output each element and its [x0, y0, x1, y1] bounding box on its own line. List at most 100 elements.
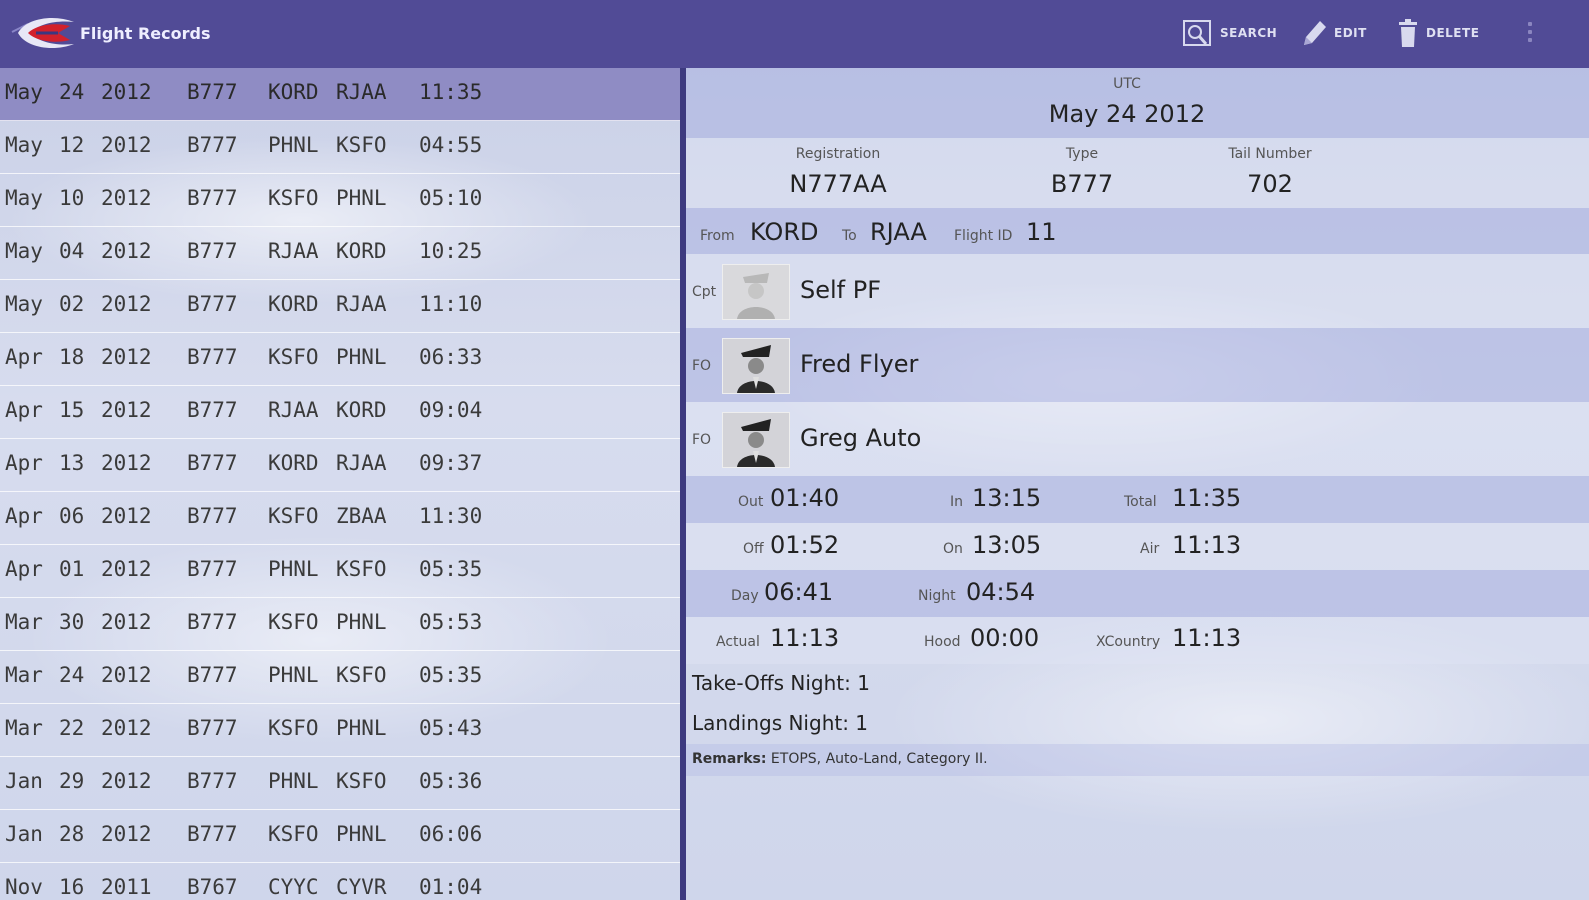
flight-year: 2012 [101, 292, 152, 316]
flight-row[interactable]: Jan 28 2012 B777 KSFO PHNL 06:06 [0, 810, 680, 863]
flight-year: 2012 [101, 80, 152, 104]
flight-month: Apr [5, 398, 43, 422]
flight-aircraft-type: B777 [187, 557, 238, 581]
day-label: Day [731, 588, 759, 604]
night-value: 04:54 [966, 578, 1036, 606]
flight-year: 2012 [101, 345, 152, 369]
flight-origin: KORD [268, 451, 319, 475]
trash-icon [1399, 19, 1417, 47]
flight-day: 06 [59, 504, 85, 528]
type-label: Type [1065, 146, 1099, 162]
pencil-icon [1304, 21, 1326, 45]
flight-duration: 05:35 [419, 663, 483, 687]
flight-day: 18 [59, 345, 85, 369]
flight-row[interactable]: Apr 06 2012 B777 KSFO ZBAA 11:30 [0, 492, 680, 545]
out-label: Out [738, 494, 764, 510]
flight-aircraft-type: B777 [187, 80, 238, 104]
flight-day: 12 [59, 133, 85, 157]
flight-day: 15 [59, 398, 85, 422]
flight-row[interactable]: Apr 01 2012 B777 PHNL KSFO 05:35 [0, 545, 680, 598]
actual-label: Actual [716, 634, 760, 650]
search-icon [1183, 20, 1211, 46]
crew-name: Fred Flyer [800, 350, 919, 378]
flight-aircraft-type: B777 [187, 504, 238, 528]
flight-row[interactable]: Jan 29 2012 B777 PHNL KSFO 05:36 [0, 757, 680, 810]
utc-label: UTC [1113, 76, 1141, 92]
flight-year: 2012 [101, 769, 152, 793]
app-title: Flight Records [80, 24, 211, 43]
out-value: 01:40 [770, 484, 840, 512]
flight-month: Apr [5, 451, 43, 475]
app-logo-icon[interactable] [6, 10, 76, 56]
remarks: Remarks: ETOPS, Auto-Land, Category II. [692, 751, 988, 767]
flight-destination: RJAA [336, 80, 387, 104]
flight-origin: KSFO [268, 610, 319, 634]
flight-destination: KSFO [336, 663, 387, 687]
hood-label: Hood [924, 634, 961, 650]
flight-destination: PHNL [336, 822, 387, 846]
edit-button[interactable]: EDIT [1300, 16, 1367, 50]
flight-day: 16 [59, 875, 85, 899]
flight-year: 2012 [101, 186, 152, 210]
search-button[interactable]: SEARCH [1182, 16, 1277, 50]
flight-origin: KSFO [268, 504, 319, 528]
landings-night: Landings Night: 1 [692, 711, 869, 735]
flight-row[interactable]: Apr 15 2012 B777 RJAA KORD 09:04 [0, 386, 680, 439]
flight-row[interactable]: Nov 16 2011 B767 CYYC CYVR 01:04 [0, 863, 680, 900]
flight-year: 2012 [101, 133, 152, 157]
crew-name: Greg Auto [800, 424, 922, 452]
actual-value: 11:13 [770, 624, 840, 652]
flight-row-selected[interactable]: May 24 2012 B777 KORD RJAA 11:35 [0, 68, 680, 121]
flight-month: Mar [5, 716, 43, 740]
crew-name: Self PF [800, 276, 882, 304]
flight-origin: CYYC [268, 875, 319, 899]
flight-month: Mar [5, 663, 43, 687]
flight-day: 01 [59, 557, 85, 581]
flight-row[interactable]: Mar 30 2012 B777 KSFO PHNL 05:53 [0, 598, 680, 651]
flight-day: 24 [59, 80, 85, 104]
flight-row[interactable]: Apr 18 2012 B777 KSFO PHNL 06:33 [0, 333, 680, 386]
registration-value: N777AA [789, 170, 887, 198]
flight-month: Jan [5, 769, 43, 793]
flight-aircraft-type: B777 [187, 345, 238, 369]
flight-detail-pane: UTC May 24 2012 Registration N777AA Type… [686, 68, 1589, 900]
flight-list[interactable]: May 24 2012 B777 KORD RJAA 11:35 May 12 2012 B777 P… [0, 68, 680, 900]
flight-month: May [5, 80, 43, 104]
flight-destination: KORD [336, 239, 387, 263]
crew-role: FO [692, 432, 712, 448]
overflow-menu-icon[interactable] [1522, 18, 1538, 50]
flight-row[interactable]: May 04 2012 B777 RJAA KORD 10:25 [0, 227, 680, 280]
day-value: 06:41 [764, 578, 834, 606]
flight-duration: 11:35 [419, 80, 483, 104]
flight-month: Nov [5, 875, 43, 899]
flight-origin: KSFO [268, 716, 319, 740]
flight-row[interactable]: Apr 13 2012 B777 KORD RJAA 09:37 [0, 439, 680, 492]
flight-duration: 09:37 [419, 451, 483, 475]
air-label: Air [1140, 541, 1160, 557]
flight-row[interactable]: May 02 2012 B777 KORD RJAA 11:10 [0, 280, 680, 333]
flight-year: 2012 [101, 663, 152, 687]
flight-row[interactable]: Mar 22 2012 B777 KSFO PHNL 05:43 [0, 704, 680, 757]
flight-destination: PHNL [336, 716, 387, 740]
flight-year: 2011 [101, 875, 152, 899]
flight-origin: PHNL [268, 557, 319, 581]
flight-month: May [5, 292, 43, 316]
flight-row[interactable]: May 12 2012 B777 PHNL KSFO 04:55 [0, 121, 680, 174]
flight-duration: 05:10 [419, 186, 483, 210]
flight-month: Apr [5, 345, 43, 369]
flight-year: 2012 [101, 451, 152, 475]
total-value: 11:35 [1172, 484, 1242, 512]
flight-duration: 01:04 [419, 875, 483, 899]
remarks-text: ETOPS, Auto-Land, Category II. [770, 751, 988, 767]
flight-aircraft-type: B777 [187, 239, 238, 263]
flight-destination: PHNL [336, 610, 387, 634]
flight-row[interactable]: Mar 24 2012 B777 PHNL KSFO 05:35 [0, 651, 680, 704]
flight-destination: RJAA [336, 292, 387, 316]
hood-value: 00:00 [970, 624, 1040, 652]
delete-button[interactable]: DELETE [1396, 16, 1479, 50]
flight-row[interactable]: May 10 2012 B777 KSFO PHNL 05:10 [0, 174, 680, 227]
flight-origin: PHNL [268, 133, 319, 157]
flight-origin: RJAA [268, 398, 319, 422]
off-label: Off [743, 541, 764, 557]
flight-month: May [5, 133, 43, 157]
